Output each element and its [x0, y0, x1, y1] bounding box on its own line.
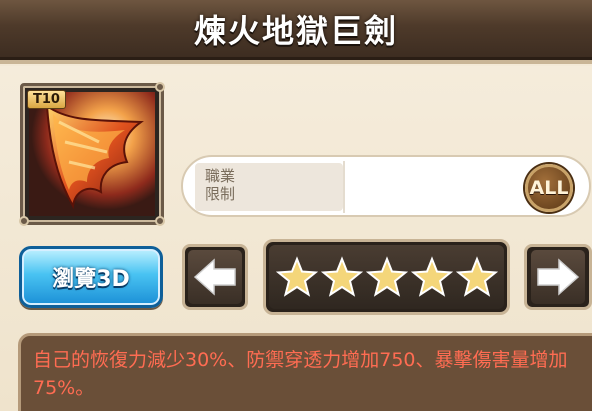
item-description-box: 自己的恢復力減少30%、防禦穿透力增加750、暴擊傷害量增加75%。	[18, 333, 592, 411]
star-filled-icon	[455, 256, 498, 297]
next-item-button[interactable]	[524, 244, 592, 310]
view-3d-label: 瀏覽3D	[52, 267, 130, 292]
item-description: 自己的恢復力減少30%、防禦穿透力增加750、暴擊傷害量增加75%。	[33, 349, 568, 399]
star-filled-icon	[320, 256, 363, 297]
star-filled-icon	[275, 256, 318, 297]
view-3d-button[interactable]: 瀏覽3D	[19, 246, 163, 308]
item-title: 煉火地獄巨劍	[193, 11, 398, 50]
item-icon-frame: T10	[19, 82, 165, 226]
all-class-badge: ALL	[525, 164, 573, 212]
divider	[343, 161, 345, 213]
class-label-line1: 職業	[205, 167, 236, 185]
tier-badge: T10	[27, 90, 66, 109]
class-label-line2: 限制	[205, 185, 236, 203]
class-restriction-panel: 職業 限制 ALL	[181, 155, 591, 217]
star-filled-icon	[365, 256, 408, 297]
star-filled-icon	[410, 256, 453, 297]
title-bar: 煉火地獄巨劍	[0, 0, 592, 64]
previous-item-button[interactable]	[182, 244, 248, 310]
frame-corner-ornament	[155, 216, 165, 226]
star-rating	[263, 239, 510, 315]
frame-corner-ornament	[155, 82, 165, 92]
frame-corner-ornament	[19, 216, 29, 226]
arrow-right-icon	[537, 258, 580, 296]
stars-row	[269, 245, 504, 309]
flame-greatsword-icon	[29, 92, 155, 216]
all-class-badge-text: ALL	[529, 177, 569, 199]
class-restriction-label: 職業 限制	[195, 163, 343, 211]
arrow-left-icon	[193, 258, 236, 296]
